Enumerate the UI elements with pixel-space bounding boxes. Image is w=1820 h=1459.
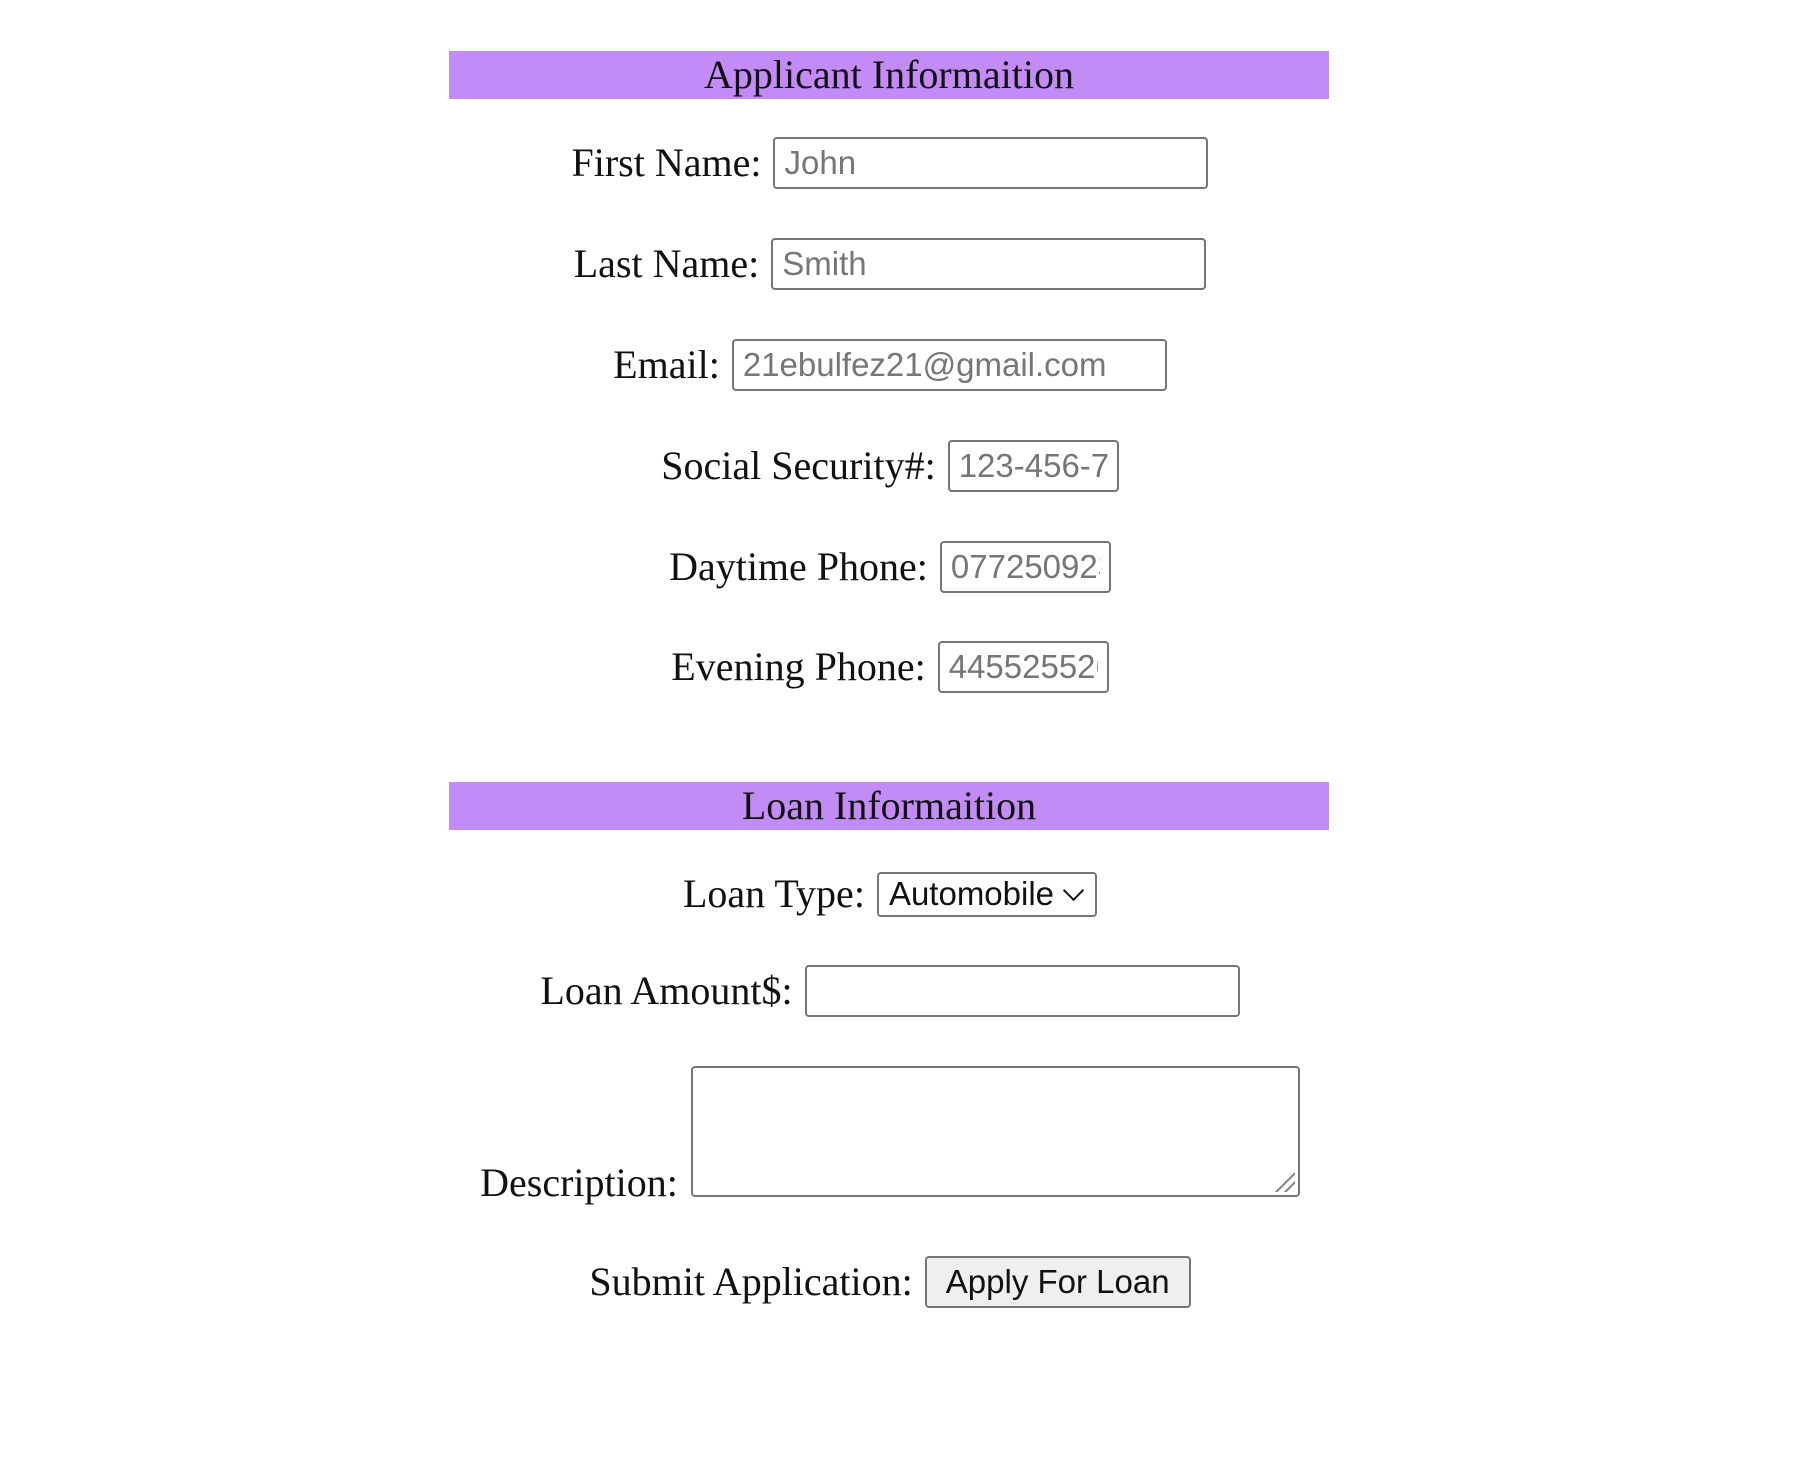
- last-name-label: Last Name:: [573, 241, 760, 286]
- daytime-phone-input[interactable]: [939, 541, 1111, 593]
- ssn-label: Social Security#:: [661, 443, 936, 488]
- resize-grip-icon[interactable]: [1274, 1172, 1295, 1192]
- submit-label: Submit Application:: [589, 1259, 913, 1304]
- submit-row: Submit Application: Apply For Loan: [0, 1256, 1780, 1308]
- description-row: Description:: [0, 1066, 1780, 1205]
- loan-type-label: Loan Type:: [682, 871, 865, 916]
- description-textarea[interactable]: [690, 1066, 1300, 1197]
- loan-type-select[interactable]: Automobile: [876, 871, 1098, 917]
- first-name-input[interactable]: [773, 137, 1209, 189]
- applicant-section-header: Applicant Informaition: [449, 51, 1329, 99]
- daytime-phone-row: Daytime Phone:: [0, 541, 1780, 593]
- loan-type-row: Loan Type: Automobile: [0, 868, 1780, 920]
- first-name-row: First Name:: [0, 137, 1780, 189]
- first-name-label: First Name:: [571, 140, 762, 185]
- daytime-phone-label: Daytime Phone:: [669, 544, 928, 589]
- loan-amount-row: Loan Amount$:: [0, 965, 1780, 1017]
- ssn-input[interactable]: [947, 440, 1119, 492]
- loan-section-header: Loan Informaition: [449, 782, 1329, 830]
- chevron-down-icon: [1062, 879, 1085, 901]
- evening-phone-label: Evening Phone:: [671, 644, 926, 689]
- apply-for-loan-button[interactable]: Apply For Loan: [924, 1256, 1191, 1308]
- description-label: Description:: [480, 1160, 678, 1205]
- evening-phone-input[interactable]: [937, 641, 1109, 693]
- loan-amount-input[interactable]: [804, 965, 1240, 1017]
- email-input[interactable]: [731, 339, 1167, 391]
- email-row: Email:: [0, 339, 1780, 391]
- loan-amount-label: Loan Amount$:: [540, 968, 793, 1013]
- last-name-input[interactable]: [771, 238, 1207, 290]
- ssn-row: Social Security#:: [0, 440, 1780, 492]
- evening-phone-row: Evening Phone:: [0, 641, 1780, 693]
- loan-type-selected-value: Automobile: [888, 875, 1055, 912]
- email-label: Email:: [613, 342, 720, 387]
- last-name-row: Last Name:: [0, 238, 1780, 290]
